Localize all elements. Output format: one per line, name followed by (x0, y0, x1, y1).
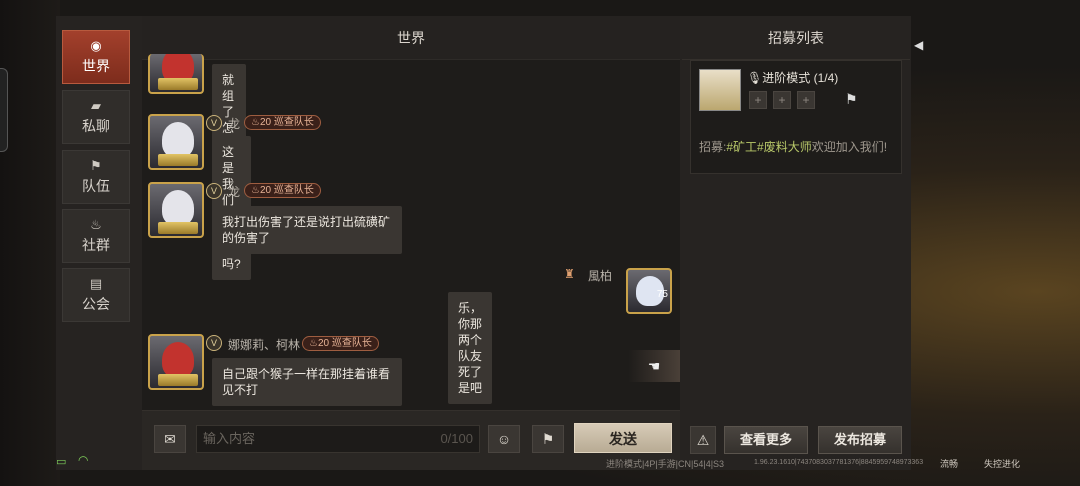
recruit-message: 招募:#矿工#废料大师欢迎加入我们! (699, 139, 895, 155)
title-badge: ♨20 巡查队长 (302, 336, 379, 351)
post-recruit-button[interactable]: 发布招募 (818, 426, 902, 454)
badge-level: 20 (259, 117, 272, 128)
vip-icon: V (206, 335, 222, 351)
username[interactable]: 風柏 (588, 267, 612, 284)
build-info: 1.96.23.1610|7437083037781376|8845959748… (754, 459, 924, 466)
mic-icon: 🎙 (747, 71, 763, 85)
game-screen: ◉ 世界 ▰ 私聊 ⚑ 队伍 ♨ 社群 ▤ 公会 世界 就组了怎么滴吧😂 (0, 0, 1080, 486)
side-drawer-handle[interactable] (0, 68, 8, 152)
title-badge: ♨20 巡查队长 (244, 115, 321, 130)
view-more-button[interactable]: 查看更多 (724, 426, 808, 454)
campfire-icon: ♨ (90, 217, 102, 232)
tab-private-chat[interactable]: ▰ 私聊 (62, 90, 130, 144)
chat-bubble-icon: ▰ (91, 98, 101, 113)
recruit-title: 招募列表 (682, 16, 910, 60)
empty-slot[interactable]: + (749, 91, 767, 109)
recruit-panel: 招募列表 🎙进阶模式 (1/4) + + + ⚑ 招募:#矿工#废料大师欢迎加入… (682, 16, 910, 470)
avatar[interactable]: 75 (626, 268, 672, 314)
recruit-mode: 🎙进阶模式 (1/4) (747, 69, 838, 86)
input-placeholder: 输入内容 (203, 431, 256, 446)
text-prefix: 招募: (699, 140, 727, 154)
warning-icon: ⚠ (696, 432, 710, 448)
avatar[interactable] (148, 114, 204, 170)
report-button[interactable]: ✉ (154, 425, 186, 453)
rank-badge (158, 222, 198, 234)
avatar-level: 75 (656, 289, 668, 300)
chat-input[interactable]: 输入内容 0/100 (196, 425, 480, 453)
badge-title: 巡查队长 (331, 338, 372, 349)
message-bubble: 自己跟个猴子一样在那挂着谁看见不打 (212, 358, 402, 406)
empty-slot[interactable]: + (773, 91, 791, 109)
report-icon: ✉ (164, 431, 176, 447)
flag-icon: ⚑ (541, 431, 555, 447)
tab-label: 公会 (82, 296, 110, 312)
recorder-logo: 失控进化 (984, 459, 1021, 469)
username[interactable]: 龙 (228, 183, 240, 200)
wifi-icon: ◠ (78, 453, 89, 467)
emoji-icon: ☺ (496, 431, 512, 447)
avatar-face (162, 122, 194, 158)
flag-icon: ⚑ (90, 158, 102, 173)
recruit-avatar (699, 69, 741, 111)
avatar-face (162, 190, 194, 226)
left-background (0, 0, 60, 486)
vip-icon: V (206, 115, 222, 131)
tab-guild[interactable]: ▤ 公会 (62, 268, 130, 322)
globe-icon: ◉ (90, 38, 102, 53)
rank-badge (158, 78, 198, 90)
avatar[interactable] (148, 54, 204, 94)
flag-share-button[interactable]: ⚑ (532, 425, 564, 453)
chat-title: 世界 (142, 16, 680, 60)
message-bubble: 我打出伤害了还是说打出硫磺矿的伤害了 (212, 206, 402, 254)
username[interactable]: 娜娜莉、柯林 (228, 336, 300, 353)
mode-label: 进阶模式 (1/4) (762, 71, 839, 85)
avatar-face (162, 342, 194, 378)
badge-level: 20 (259, 185, 272, 196)
guild-icon: ▤ (89, 276, 103, 291)
tab-community[interactable]: ♨ 社群 (62, 209, 130, 263)
tab-label: 队伍 (82, 178, 110, 194)
quick-action-button[interactable]: ☚ (628, 350, 680, 382)
rank-badge (158, 154, 198, 166)
username[interactable]: 龙 (228, 115, 240, 132)
mode-info: 进阶模式|4P|手游|CN|54|4|S3 (606, 459, 725, 469)
recruit-card[interactable]: 🎙进阶模式 (1/4) + + + ⚑ 招募:#矿工#废料大师欢迎加入我们! (690, 60, 902, 174)
chat-area: 世界 就组了怎么滴吧😂 V 龙 ♨20 巡查队长 这是我们拆家的吗? (142, 16, 680, 470)
channel-nav: ◉ 世界 ▰ 私聊 ⚑ 队伍 ♨ 社群 ▤ 公会 (56, 16, 142, 470)
chat-input-bar: ✉ 输入内容 0/100 ☺ ⚑ 发送 (142, 410, 680, 470)
avatar[interactable] (148, 182, 204, 238)
warning-button[interactable]: ⚠ (690, 426, 716, 454)
tab-team[interactable]: ⚑ 队伍 (62, 150, 130, 204)
rank-icon: ♜ (564, 267, 575, 281)
join-flag-icon[interactable]: ⚑ (845, 91, 858, 108)
rank-badge (158, 374, 198, 386)
emoji-button[interactable]: ☺ (488, 425, 520, 453)
battery-icon: ▭ (56, 456, 67, 468)
tab-label: 世界 (82, 58, 110, 74)
empty-slot[interactable]: + (797, 91, 815, 109)
network-status: 流畅 (940, 459, 959, 469)
recruit-tags: #矿工#废料大师 (726, 140, 812, 154)
char-count: 0/100 (440, 431, 473, 446)
vip-icon: V (206, 183, 222, 199)
message-bubble: 乐，你那两个队友死了是吧 (448, 292, 493, 404)
badge-title: 巡查队长 (273, 185, 314, 196)
tab-label: 私聊 (82, 118, 110, 134)
avatar[interactable] (148, 334, 204, 390)
tab-world[interactable]: ◉ 世界 (62, 30, 130, 84)
badge-level: 20 (317, 338, 330, 349)
hand-icon: ☚ (647, 358, 661, 374)
tab-label: 社群 (82, 237, 110, 253)
collapse-arrow-icon[interactable]: ◀ (914, 38, 923, 52)
text-suffix: 欢迎加入我们! (811, 140, 888, 154)
badge-title: 巡查队长 (273, 117, 314, 128)
send-button[interactable]: 发送 (574, 423, 672, 453)
title-badge: ♨20 巡查队长 (244, 183, 321, 198)
